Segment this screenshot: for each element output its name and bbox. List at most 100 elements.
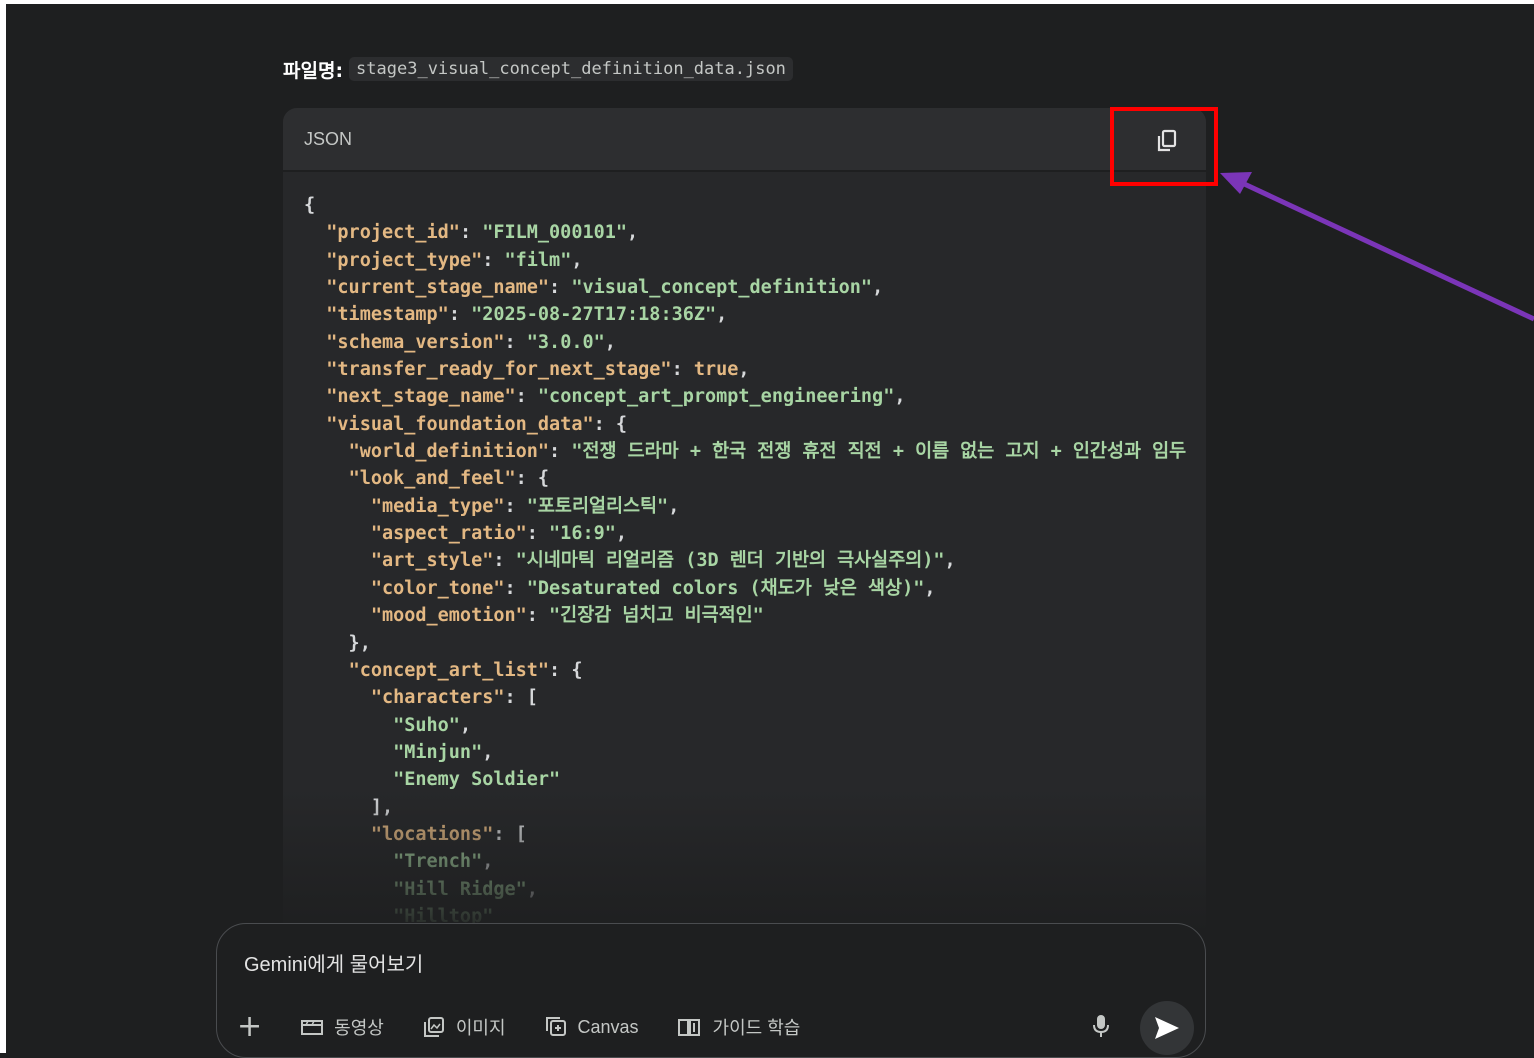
code-token: "color_tone" bbox=[370, 577, 505, 599]
code-token: : bbox=[515, 386, 538, 408]
code-token: , bbox=[615, 523, 628, 545]
code-token: "media_type" bbox=[370, 495, 505, 517]
code-line: "concept_art_list": { bbox=[304, 657, 1206, 684]
code-token: "world_definition" bbox=[348, 441, 550, 463]
code-token: "2025-08-27T17:18:36Z" bbox=[471, 304, 717, 326]
code-token: : bbox=[671, 359, 694, 381]
prompt-input-box[interactable]: Gemini에게 물어보기 + 동영상 이미지 Canvas 가이드 학습 bbox=[216, 923, 1206, 1058]
code-token: , bbox=[526, 878, 538, 900]
code-line: "locations": [ bbox=[304, 821, 1206, 848]
code-line: "look_and_feel": { bbox=[304, 465, 1206, 492]
tool-image-button[interactable]: 이미지 bbox=[422, 1014, 506, 1040]
code-line: "art_style": "시네마틱 리얼리즘 (3D 렌더 기반의 극사실주의… bbox=[304, 547, 1206, 574]
code-line: "project_id": "FILM_000101", bbox=[304, 219, 1206, 246]
mic-icon bbox=[1093, 1015, 1109, 1037]
code-token: "16:9" bbox=[549, 523, 616, 545]
code-token: , bbox=[571, 249, 583, 271]
code-content: { "project_id": "FILM_000101", "project_… bbox=[283, 172, 1206, 928]
code-token: : bbox=[504, 577, 527, 599]
code-line: "timestamp": "2025-08-27T17:18:36Z", bbox=[304, 301, 1206, 328]
code-token: "next_stage_name" bbox=[326, 386, 516, 408]
filename-chip: stage3_visual_concept_definition_data.js… bbox=[349, 57, 793, 81]
code-token: : { bbox=[515, 468, 550, 490]
filename-row: 파일명: stage3_visual_concept_definition_da… bbox=[283, 55, 793, 83]
code-token: "transfer_ready_for_next_stage" bbox=[326, 359, 672, 381]
code-token: : bbox=[504, 331, 527, 353]
tool-canvas-label: Canvas bbox=[577, 1016, 639, 1037]
code-line: "mood_emotion": "긴장감 넘치고 비극적인" bbox=[304, 602, 1206, 629]
code-token: "project_id" bbox=[326, 222, 460, 244]
code-block-header: JSON bbox=[283, 108, 1206, 172]
code-line: "Minjun", bbox=[304, 739, 1206, 766]
tool-video-button[interactable]: 동영상 bbox=[300, 1014, 384, 1040]
code-token: "Minjun" bbox=[393, 741, 483, 763]
code-line: }, bbox=[304, 630, 1206, 657]
copy-button-highlight bbox=[1110, 107, 1218, 186]
code-line: "visual_foundation_data": { bbox=[304, 411, 1206, 438]
code-token: "look_and_feel" bbox=[348, 468, 516, 490]
code-token: true bbox=[693, 359, 739, 381]
code-token: "project_type" bbox=[326, 249, 483, 271]
code-token: "포토리얼리스틱" bbox=[526, 495, 669, 517]
code-token: }, bbox=[304, 632, 371, 654]
code-line: "characters": [ bbox=[304, 684, 1206, 711]
code-token: "schema_version" bbox=[326, 331, 505, 353]
code-token: "mood_emotion" bbox=[370, 605, 527, 627]
code-token: "Trench" bbox=[393, 851, 483, 873]
code-token: "Enemy Soldier" bbox=[393, 769, 561, 791]
code-line: "media_type": "포토리얼리스틱", bbox=[304, 493, 1206, 520]
tool-video-label: 동영상 bbox=[334, 1018, 384, 1038]
code-token: : bbox=[448, 304, 472, 326]
code-token: , bbox=[668, 495, 680, 517]
tool-canvas-button[interactable]: Canvas bbox=[544, 1016, 639, 1038]
send-button[interactable] bbox=[1140, 1001, 1194, 1055]
code-token: "locations" bbox=[370, 823, 494, 845]
code-token: : [ bbox=[504, 687, 538, 709]
code-token: "characters" bbox=[370, 687, 505, 709]
code-token: : bbox=[549, 441, 572, 463]
code-token: , bbox=[482, 741, 494, 763]
code-token: "FILM_000101" bbox=[482, 222, 628, 244]
code-block: JSON { "project_id": "FILM_000101", "pro… bbox=[283, 108, 1206, 928]
code-token: : bbox=[493, 550, 516, 572]
code-line: "schema_version": "3.0.0", bbox=[304, 329, 1206, 356]
image-icon bbox=[423, 1017, 444, 1037]
code-line: "project_type": "film", bbox=[304, 247, 1206, 274]
code-token: "Suho" bbox=[393, 714, 460, 736]
input-toolbar: + 동영상 이미지 Canvas 가이드 학습 bbox=[237, 1010, 838, 1044]
tool-guided-learning-button[interactable]: 가이드 학습 bbox=[677, 1014, 800, 1040]
code-token: : bbox=[526, 523, 550, 545]
code-token: , bbox=[716, 304, 728, 326]
code-token: "timestamp" bbox=[326, 304, 449, 326]
mic-button[interactable] bbox=[1092, 1014, 1110, 1042]
code-token: : { bbox=[549, 659, 583, 681]
code-token: "visual_foundation_data" bbox=[326, 413, 594, 435]
code-token: "전쟁 드라마 + 한국 전쟁 휴전 직전 + 이름 없는 고지 + 인간성과 … bbox=[571, 441, 1187, 463]
filename-label: 파일명: bbox=[283, 59, 344, 82]
plus-icon[interactable]: + bbox=[237, 1012, 262, 1042]
code-token: "3.0.0" bbox=[526, 331, 605, 353]
code-token: , bbox=[459, 714, 472, 736]
code-token: { bbox=[304, 195, 316, 216]
code-line: "current_stage_name": "visual_concept_de… bbox=[304, 274, 1206, 301]
code-line: "color_tone": "Desaturated colors (채도가 낮… bbox=[304, 575, 1206, 602]
prompt-input-placeholder: Gemini에게 물어보기 bbox=[244, 954, 424, 976]
code-token: , bbox=[924, 577, 936, 599]
code-token: , bbox=[872, 277, 884, 299]
code-line: ], bbox=[304, 794, 1206, 821]
code-token: : { bbox=[593, 413, 628, 435]
code-token: , bbox=[944, 550, 956, 572]
